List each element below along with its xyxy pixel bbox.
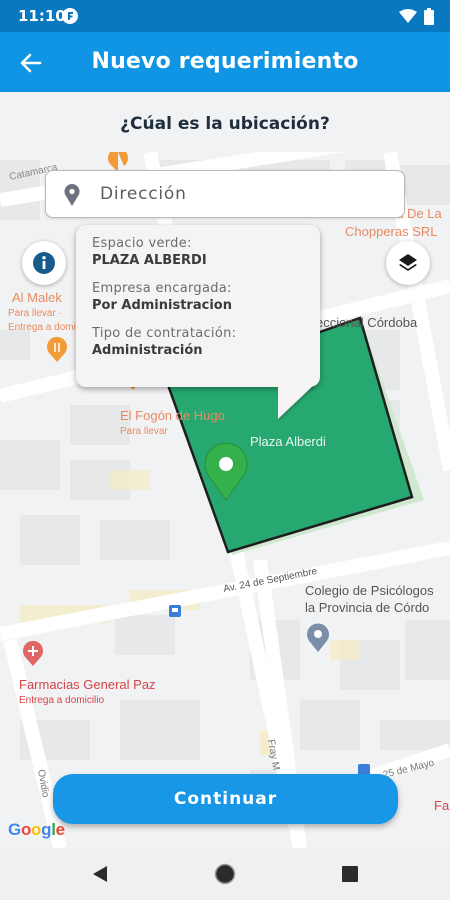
nav-back-button[interactable] xyxy=(88,862,112,886)
callout-label-empresa: Empresa encargada: xyxy=(92,281,232,296)
address-input[interactable] xyxy=(100,179,390,209)
map-label-chopperas: Chopperas SRL xyxy=(345,224,438,239)
app-bar: Nuevo requerimiento xyxy=(0,32,450,92)
battery-icon xyxy=(424,8,434,25)
map-label-colegio-1: Colegio de Psicólogos xyxy=(305,583,434,598)
map-label-plaza: Plaza Alberdi xyxy=(250,434,326,449)
status-bar: 11:10 xyxy=(0,0,450,32)
info-icon xyxy=(33,252,55,274)
location-pin-icon xyxy=(64,184,80,206)
callout-value-espacio: PLAZA ALBERDI xyxy=(92,253,207,268)
nav-home-icon xyxy=(214,863,236,885)
system-nav-bar xyxy=(0,848,450,900)
layers-button[interactable] xyxy=(386,241,430,285)
callout-label-tipo: Tipo de contratación: xyxy=(92,326,237,341)
nav-recents-icon xyxy=(342,866,358,882)
app-notification-icon xyxy=(62,8,78,24)
layers-icon xyxy=(399,254,417,271)
map-label-al-malek-sub1: Para llevar · xyxy=(8,308,62,319)
callout-tail xyxy=(278,383,316,419)
callout-value-tipo: Administración xyxy=(92,343,203,358)
map-label-farmacias: Farmacias General Paz xyxy=(19,677,156,692)
wifi-icon xyxy=(399,9,417,23)
continue-button[interactable]: Continuar xyxy=(53,774,398,824)
google-logo: Google xyxy=(8,820,65,839)
address-search-box[interactable] xyxy=(45,170,405,218)
map-label-colegio-2: la Provincia de Córdo xyxy=(305,600,429,615)
map-label-fogon: El Fogón de Hugo xyxy=(120,408,225,423)
status-time: 11:10 xyxy=(18,7,66,25)
map-label-seccional: eccional Córdoba xyxy=(316,315,418,330)
map-label-al-malek: Al Malek xyxy=(12,290,62,305)
page-title: Nuevo requerimiento xyxy=(91,49,359,74)
nav-back-icon xyxy=(93,866,107,882)
nav-home-button[interactable] xyxy=(213,862,237,886)
map-label-farmacias-sub: Entrega a domicilio xyxy=(19,695,104,706)
map-label-fogon-sub: Para llevar xyxy=(120,426,168,437)
callout-label-espacio: Espacio verde: xyxy=(92,236,192,251)
bus-stop-icon[interactable] xyxy=(169,605,181,617)
location-question: ¿Cúal es la ubicación? xyxy=(120,114,330,134)
map-label-fa: Fa xyxy=(434,798,450,813)
plaza-info-callout: Espacio verde: PLAZA ALBERDI Empresa enc… xyxy=(76,225,320,387)
nav-recents-button[interactable] xyxy=(338,862,362,886)
callout-value-empresa: Por Administracion xyxy=(92,298,232,313)
info-button[interactable] xyxy=(22,241,66,285)
